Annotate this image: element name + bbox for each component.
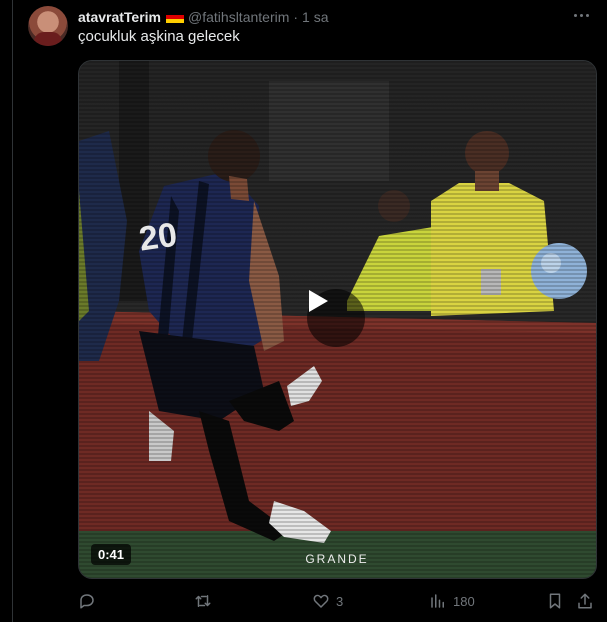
video-watermark: GRANDE [305,552,368,566]
bookmark-icon [549,593,561,609]
separator: · [293,9,299,25]
handle[interactable]: @fatihsltanterim [188,9,289,25]
play-button[interactable] [307,289,365,347]
like-count: 3 [336,593,344,609]
views-button[interactable]: 180 [429,588,475,614]
like-button[interactable]: 3 [312,588,343,614]
views-icon [431,594,444,608]
tweet-header: atavratTerim @fatihsltanterim · 1 sa [78,8,329,26]
tweet-actions: 3 180 [78,588,597,614]
retweet-icon [195,595,211,607]
views-count: 180 [453,593,475,609]
thread-divider [12,0,13,622]
share-icon [578,593,592,609]
germany-flag-icon [166,11,185,23]
reply-icon [80,594,94,609]
video-player[interactable]: 20 GRANDE 0:41 [78,60,597,579]
video-duration: 0:41 [91,544,132,565]
bookmark-button[interactable] [546,588,564,614]
share-button[interactable] [576,588,594,614]
display-name[interactable]: atavratTerim [78,9,161,25]
like-icon [313,594,329,608]
play-icon [309,290,328,312]
timestamp[interactable]: 1 sa [302,9,328,25]
more-icon[interactable] [571,8,591,22]
retweet-button[interactable] [193,588,219,614]
jersey-number: 20 [137,216,180,259]
avatar[interactable] [28,6,68,46]
reply-button[interactable] [78,588,102,614]
tweet-text: çocukluk aşkina gelecek [78,28,240,45]
